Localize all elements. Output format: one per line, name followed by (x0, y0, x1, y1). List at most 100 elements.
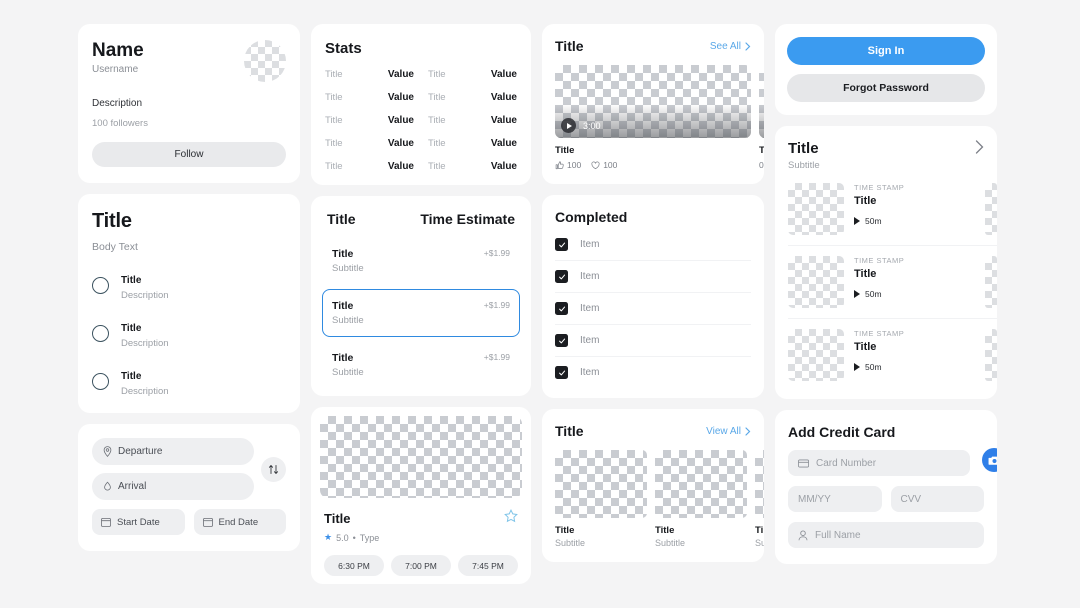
start-date-input[interactable]: Start Date (92, 509, 185, 535)
gallery-item[interactable]: Title Subtitle (655, 450, 747, 548)
media-duration[interactable]: 50m (854, 289, 975, 299)
heart-count: 100 (591, 160, 617, 170)
radio-circle-icon[interactable] (92, 373, 109, 390)
gallery-thumbnail[interactable] (755, 450, 764, 518)
video-item-2-clipped[interactable]: T 0 (759, 65, 764, 170)
media-timestamp: TIME STAMP (854, 256, 975, 265)
time-slot-2[interactable]: 7:00 PM (391, 555, 451, 576)
stat-cell: Title Value (420, 69, 517, 80)
chevron-right-icon[interactable] (975, 140, 984, 157)
stat-label: Title (428, 69, 446, 80)
checkbox-checked-icon[interactable] (555, 302, 568, 315)
checklist-item[interactable]: Item (555, 229, 751, 261)
star-outline-icon[interactable] (504, 509, 518, 528)
video-caption: Title (555, 145, 751, 156)
video-section-card: Title See All 3:00 Title (542, 24, 764, 184)
media-list-item[interactable]: TIME STAMP Title 50m (788, 319, 997, 391)
checklist-label: Item (580, 367, 599, 378)
play-icon[interactable] (561, 118, 576, 133)
video-thumbnail[interactable] (759, 65, 764, 138)
option-text: Title Subtitle (332, 300, 364, 326)
card-number-input[interactable]: Card Number (788, 450, 970, 476)
start-date-text: Start Date (117, 517, 160, 528)
media-list-subtitle: Subtitle (788, 160, 820, 171)
stat-label: Title (325, 138, 343, 149)
view-all-link[interactable]: View All (706, 426, 751, 437)
restaurant-type: Type (360, 533, 380, 543)
gallery-item-clipped[interactable]: Ti Su (755, 450, 764, 548)
time-estimate-title: Title (327, 211, 356, 227)
like-count: 0 (759, 160, 764, 170)
time-slot-1[interactable]: 6:30 PM (324, 555, 384, 576)
play-icon[interactable] (854, 363, 860, 371)
profile-username: Username (92, 64, 144, 75)
checkbox-checked-icon[interactable] (555, 366, 568, 379)
expiry-input[interactable]: MM/YY (788, 486, 882, 512)
column-4: Sign In Forgot Password Title Subtitle T… (775, 24, 997, 584)
heart-count-value: 100 (603, 160, 617, 170)
restaurant-header: Title (324, 509, 518, 528)
swap-vertical-icon[interactable] (261, 457, 286, 482)
radio-option-1[interactable]: Title Description (92, 270, 286, 301)
media-duration[interactable]: 50m (854, 216, 975, 226)
media-item-text: TIME STAMP Title 50m (854, 329, 975, 372)
video-caption: T (759, 145, 764, 156)
time-slot-3[interactable]: 7:45 PM (458, 555, 518, 576)
profile-name: Name (92, 40, 144, 62)
checklist-label: Item (580, 239, 599, 250)
stat-value: Value (491, 69, 517, 80)
checkbox-checked-icon[interactable] (555, 238, 568, 251)
media-list-item[interactable]: TIME STAMP Title 50m (788, 173, 997, 246)
component-showcase-board: Name Username Description 100 followers … (0, 0, 1080, 608)
restaurant-separator: • (353, 533, 356, 543)
arrival-input[interactable]: Arrival (92, 473, 254, 500)
checklist-item[interactable]: Item (555, 261, 751, 293)
camera-icon[interactable] (982, 448, 997, 472)
media-item-title: Title (854, 341, 975, 353)
time-estimate-option-1[interactable]: Title Subtitle +$1.99 (322, 237, 520, 285)
video-thumbnail[interactable]: 3:00 (555, 65, 751, 138)
video-controls: 3:00 (561, 118, 601, 133)
follow-button[interactable]: Follow (92, 142, 286, 167)
cvv-input[interactable]: CVV (891, 486, 985, 512)
play-icon[interactable] (854, 290, 860, 298)
full-name-placeholder-text: Full Name (815, 530, 861, 541)
radio-option-description: Description (121, 290, 169, 301)
checklist-item[interactable]: Item (555, 357, 751, 388)
radio-option-3[interactable]: Title Description (92, 366, 286, 397)
stat-cell: Title Value (420, 92, 517, 103)
play-icon[interactable] (854, 217, 860, 225)
media-thumbnail-clipped (985, 183, 997, 235)
departure-input[interactable]: Departure (92, 438, 254, 465)
media-list-item[interactable]: TIME STAMP Title 50m (788, 246, 997, 319)
cvv-placeholder-text: CVV (901, 494, 922, 505)
media-duration[interactable]: 50m (854, 362, 975, 372)
sign-in-button[interactable]: Sign In (787, 37, 985, 65)
see-all-link[interactable]: See All (710, 41, 751, 52)
gallery-thumbnail[interactable] (655, 450, 747, 518)
full-name-input[interactable]: Full Name (788, 522, 984, 548)
radio-option-2[interactable]: Title Description (92, 318, 286, 349)
stat-value: Value (491, 138, 517, 149)
video-engagement: 0 (759, 160, 764, 170)
radio-circle-icon[interactable] (92, 277, 109, 294)
media-thumbnail (788, 183, 844, 235)
checklist-label: Item (580, 271, 599, 282)
gallery-thumbnail[interactable] (555, 450, 647, 518)
radio-circle-icon[interactable] (92, 325, 109, 342)
radio-option-text: Title Description (121, 318, 169, 349)
video-item-1[interactable]: 3:00 Title 100 100 (555, 65, 751, 170)
radio-option-title: Title (121, 371, 141, 382)
gallery-item[interactable]: Title Subtitle (555, 450, 647, 548)
checklist-item[interactable]: Item (555, 293, 751, 325)
checkbox-checked-icon[interactable] (555, 334, 568, 347)
checklist-item[interactable]: Item (555, 325, 751, 357)
forgot-password-button[interactable]: Forgot Password (787, 74, 985, 102)
checkbox-checked-icon[interactable] (555, 270, 568, 283)
option-price: +$1.99 (484, 248, 510, 258)
restaurant-image (320, 416, 522, 498)
end-date-input[interactable]: End Date (194, 509, 287, 535)
column-1: Name Username Description 100 followers … (78, 24, 300, 584)
time-estimate-option-2-selected[interactable]: Title Subtitle +$1.99 (322, 289, 520, 337)
time-estimate-option-3[interactable]: Title Subtitle +$1.99 (322, 341, 520, 389)
